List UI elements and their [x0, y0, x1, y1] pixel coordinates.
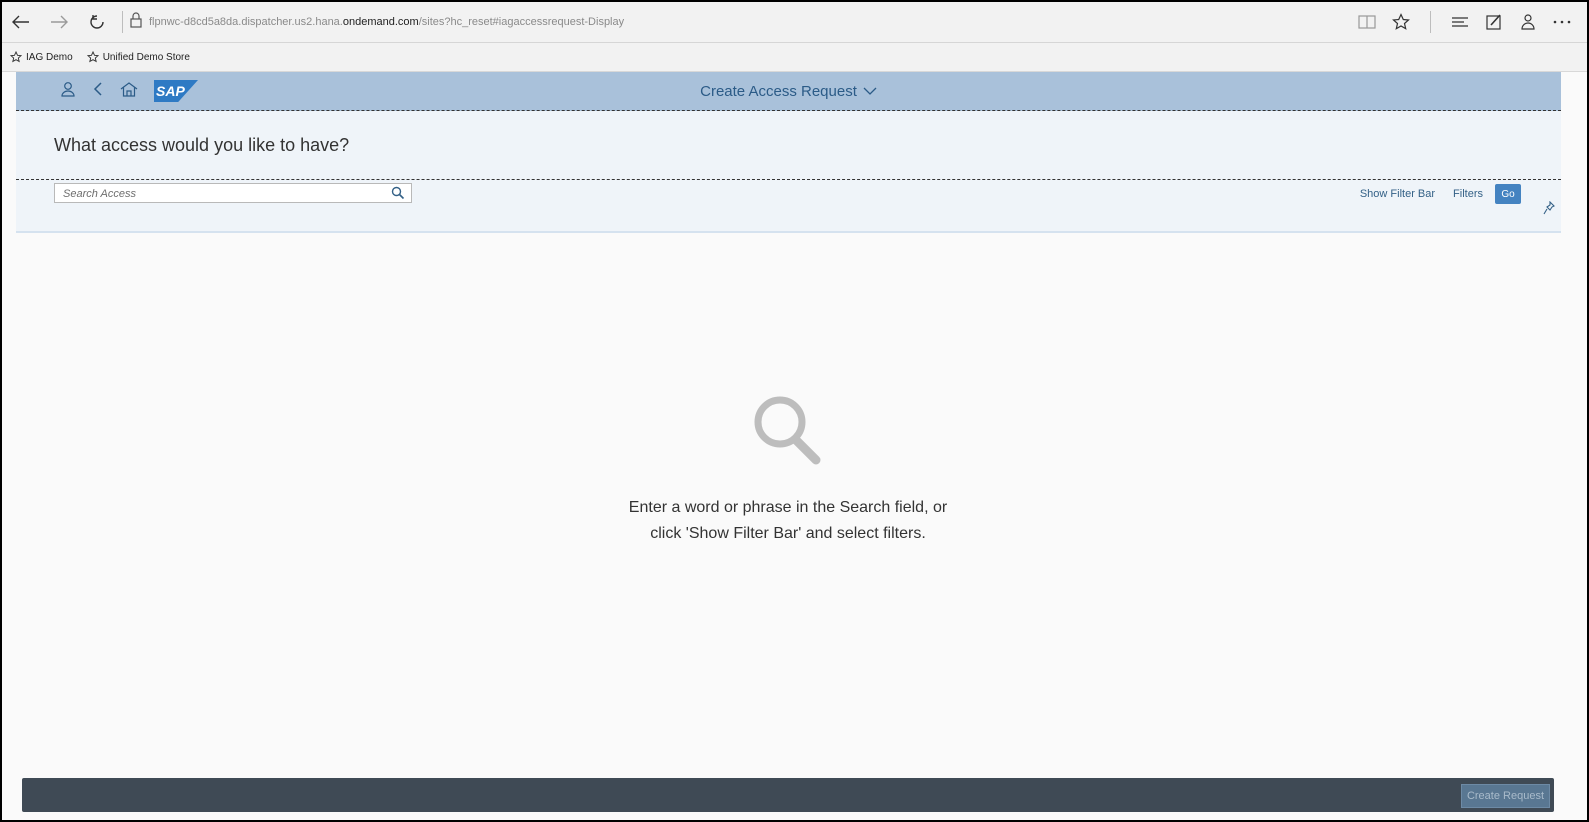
favorite-iag-demo[interactable]: IAG Demo — [10, 51, 73, 63]
show-filter-bar-button[interactable]: Show Filter Bar — [1360, 188, 1435, 200]
page-title: What access would you like to have? — [54, 135, 350, 155]
toolbar-separator — [1430, 11, 1431, 33]
url-domain: ondemand.com — [342, 16, 419, 28]
filters-button[interactable]: Filters — [1453, 188, 1483, 200]
search-icon[interactable] — [391, 186, 405, 205]
browser-toolbar: flpnwc-d8cd5a8da.dispatcher.us2.hana.ond… — [2, 2, 1587, 43]
empty-state-line-2: click 'Show Filter Bar' and select filte… — [650, 525, 926, 542]
page-header: What access would you like to have? Show… — [16, 111, 1561, 233]
lock-icon — [129, 11, 143, 33]
address-bar[interactable]: flpnwc-d8cd5a8da.dispatcher.us2.hana.ond… — [149, 16, 624, 28]
empty-state-line-1: Enter a word or phrase in the Search fie… — [628, 499, 948, 516]
favorite-label: Unified Demo Store — [102, 51, 190, 63]
url-host: flpnwc-d8cd5a8da.dispatcher.us2.hana. — [149, 16, 343, 28]
favorite-star-icon[interactable] — [1390, 11, 1412, 33]
hub-icon[interactable] — [1449, 11, 1471, 33]
filter-actions: Show Filter Bar Filters Go — [1360, 184, 1521, 204]
shell-title: Create Access Request — [700, 82, 857, 100]
favorite-label: IAG Demo — [26, 51, 73, 63]
go-button[interactable]: Go — [1495, 184, 1521, 204]
shell-title-menu[interactable]: Create Access Request — [16, 72, 1561, 110]
sap-logo-text: SAP — [156, 83, 185, 99]
star-icon — [10, 51, 22, 63]
magnifier-icon — [752, 394, 824, 473]
url-path: /sites?hc_reset#iagaccessrequest-Display — [418, 16, 625, 28]
favorite-unified-demo-store[interactable]: Unified Demo Store — [86, 51, 190, 63]
shell-bar: Create Access Request SAP — [16, 72, 1561, 111]
share-icon[interactable] — [1517, 11, 1539, 33]
header-divider — [16, 179, 1561, 180]
web-note-icon[interactable] — [1483, 11, 1505, 33]
star-icon — [86, 51, 99, 63]
refresh-icon[interactable] — [78, 2, 116, 42]
chevron-down-icon — [863, 87, 877, 95]
browser-actions — [1356, 2, 1573, 42]
footer-toolbar: Create Request — [22, 778, 1554, 812]
empty-state-message: Enter a word or phrase in the Search fie… — [2, 495, 1574, 547]
favorites-bar: IAG Demo Unified Demo Store — [2, 43, 1587, 72]
sap-logo[interactable]: SAP — [154, 80, 198, 102]
pin-icon[interactable] — [1543, 200, 1555, 220]
search-field — [54, 183, 412, 203]
back-arrow-icon[interactable] — [2, 2, 40, 42]
user-icon[interactable] — [60, 81, 76, 102]
shell-left-actions: SAP — [60, 72, 198, 110]
more-icon[interactable] — [1551, 11, 1573, 33]
back-icon[interactable] — [92, 81, 104, 102]
search-input[interactable] — [55, 185, 383, 203]
reading-view-icon[interactable] — [1356, 11, 1378, 33]
forward-arrow-icon[interactable] — [40, 2, 78, 42]
create-request-button[interactable]: Create Request — [1460, 784, 1550, 808]
home-icon[interactable] — [120, 81, 138, 102]
browser-window: flpnwc-d8cd5a8da.dispatcher.us2.hana.ond… — [0, 0, 1589, 822]
toolbar-separator — [122, 11, 123, 33]
